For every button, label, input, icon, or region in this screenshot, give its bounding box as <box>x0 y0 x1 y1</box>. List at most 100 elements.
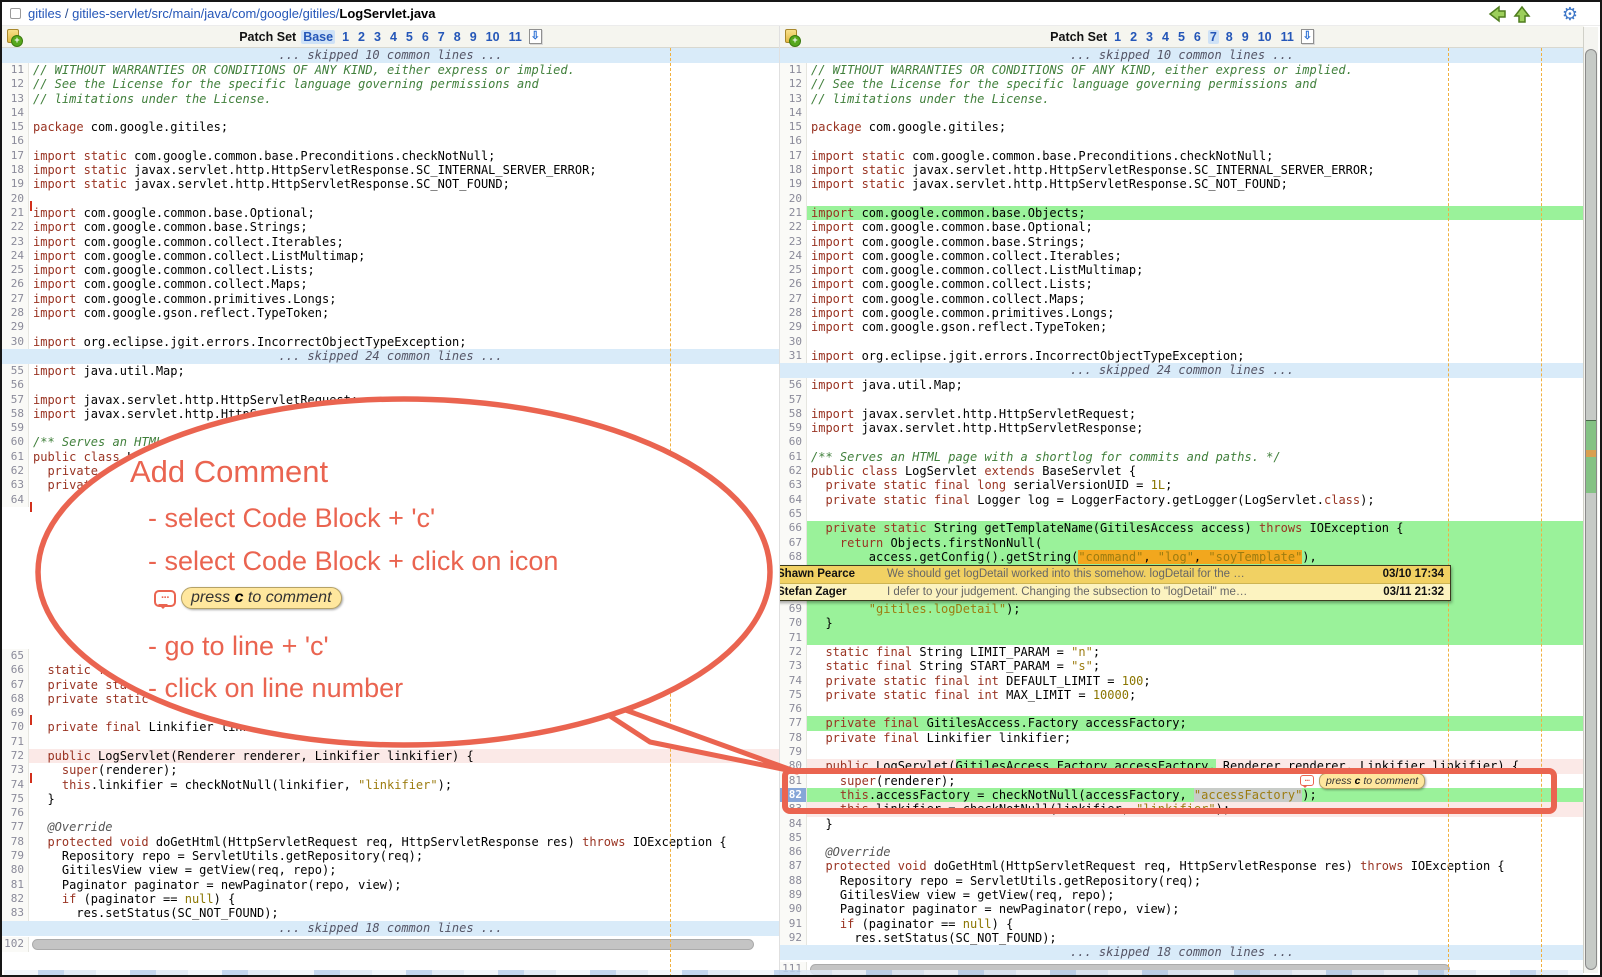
code-line-text[interactable] <box>29 706 779 720</box>
line-number[interactable]: 80 <box>780 759 807 773</box>
line-number[interactable]: 72 <box>780 645 807 659</box>
code-line-text[interactable]: // WITHOUT WARRANTIES OR CONDITIONS OF A… <box>29 63 779 77</box>
code-line-text[interactable]: import com.google.common.collect.Iterabl… <box>29 235 779 249</box>
code-line-text[interactable]: this.linkifier = checkNotNull(linkifier,… <box>807 802 1584 816</box>
line-number[interactable]: 66 <box>780 521 807 535</box>
patch-set-link-1[interactable]: 1 <box>340 30 351 44</box>
code-line-text[interactable]: import java.util.Map; <box>29 364 779 378</box>
code-line-text[interactable]: import com.google.common.base.Strings; <box>29 220 779 234</box>
patch-set-link-6[interactable]: 6 <box>420 30 431 44</box>
code-line-text[interactable] <box>29 421 779 435</box>
comment-row[interactable]: Shawn PearceWe should get logDetail work… <box>780 566 1450 584</box>
line-number[interactable]: 81 <box>2 878 29 892</box>
code-line-text[interactable] <box>29 134 779 148</box>
download-patch-icon[interactable]: ⇩ <box>529 29 542 44</box>
patch-set-link-8[interactable]: 8 <box>452 30 463 44</box>
code-line-text[interactable]: private final Linkifier linkifier; <box>807 731 1584 745</box>
code-line-text[interactable]: // See the License for the specific lang… <box>807 77 1584 91</box>
nav-up-to-change-icon[interactable] <box>1512 4 1532 24</box>
line-number[interactable]: 90 <box>780 902 807 916</box>
code-line-text[interactable]: protected void doGetHtml(HttpServletRequ… <box>807 859 1584 873</box>
code-line-text[interactable]: public LogServlet(GitilesAccess.Factory … <box>807 759 1584 773</box>
line-number[interactable]: 78 <box>780 731 807 745</box>
code-line-text[interactable]: GitilesView view = getView(req, repo); <box>807 888 1584 902</box>
line-number[interactable]: 69 <box>2 706 29 720</box>
line-number[interactable]: 87 <box>780 859 807 873</box>
patch-set-link-4[interactable]: 4 <box>388 30 399 44</box>
code-line-text[interactable]: package com.google.gitiles; <box>807 120 1584 134</box>
patch-set-link-9[interactable]: 9 <box>468 30 479 44</box>
code-line-text[interactable]: import com.google.common.collect.Lists; <box>807 277 1584 291</box>
line-number[interactable]: 89 <box>780 888 807 902</box>
scrollbar-thumb[interactable] <box>1585 49 1597 970</box>
line-number[interactable]: 22 <box>780 220 807 234</box>
code-line-text[interactable]: import com.google.common.base.Optional; <box>807 220 1584 234</box>
line-number[interactable]: 22 <box>2 220 29 234</box>
line-number[interactable]: 12 <box>780 77 807 91</box>
code-line-text[interactable]: Repository repo = ServletUtils.getReposi… <box>29 849 779 863</box>
line-number[interactable]: 69 <box>780 602 807 616</box>
inline-comment-thread[interactable]: Shawn PearceWe should get logDetail work… <box>780 565 1451 601</box>
code-line-text[interactable]: private static final Logger log = Logger… <box>29 478 779 492</box>
line-number[interactable]: 14 <box>2 106 29 120</box>
line-number[interactable]: 92 <box>780 931 807 945</box>
code-line-text[interactable] <box>807 702 1584 716</box>
code-line-text[interactable]: import com.google.common.collect.Maps; <box>29 277 779 291</box>
line-number[interactable]: 86 <box>780 845 807 859</box>
code-line-text[interactable]: private static final Logger log = Logger… <box>807 493 1584 507</box>
code-line-text[interactable]: package com.google.gitiles; <box>29 120 779 134</box>
code-line-text[interactable]: import javax.servlet.http.HttpServletReq… <box>807 407 1584 421</box>
code-line-text[interactable]: GitilesView view = getView(req, repo); <box>29 863 779 877</box>
line-number[interactable]: 21 <box>780 206 807 220</box>
patch-set-link-10[interactable]: 10 <box>1256 30 1274 44</box>
code-line-text[interactable] <box>807 831 1584 845</box>
line-number[interactable]: 65 <box>2 649 29 663</box>
line-number[interactable]: 29 <box>2 320 29 334</box>
code-line-text[interactable] <box>29 493 779 507</box>
code-line-text[interactable] <box>807 745 1584 759</box>
line-number[interactable]: 62 <box>780 464 807 478</box>
patch-set-link-10[interactable]: 10 <box>484 30 502 44</box>
code-line-text[interactable]: static final String LIMIT_PARAM = "n"; <box>807 645 1584 659</box>
line-number[interactable]: 75 <box>780 688 807 702</box>
line-number[interactable]: 88 <box>780 874 807 888</box>
line-number[interactable]: 26 <box>780 277 807 291</box>
code-line-text[interactable] <box>807 435 1584 449</box>
line-number[interactable]: 85 <box>780 831 807 845</box>
line-number[interactable]: 76 <box>2 806 29 820</box>
line-number[interactable]: 30 <box>780 335 807 349</box>
code-line-text[interactable]: // WITHOUT WARRANTIES OR CONDITIONS OF A… <box>807 63 1584 77</box>
line-number[interactable]: 79 <box>2 849 29 863</box>
line-number[interactable]: 91 <box>780 917 807 931</box>
code-line-text[interactable]: import com.google.common.primitives.Long… <box>29 292 779 306</box>
code-line-text[interactable]: @Override <box>807 845 1584 859</box>
patch-set-link-2[interactable]: 2 <box>356 30 367 44</box>
line-number[interactable]: 82 <box>2 892 29 906</box>
vertical-scrollbar[interactable] <box>1583 27 1598 973</box>
skipped-lines-banner[interactable]: ... skipped 10 common lines ... <box>780 48 1584 63</box>
code-line-text[interactable]: private final Linkifier linkifier; <box>29 720 779 734</box>
download-patch-icon[interactable]: ⇩ <box>1301 29 1314 44</box>
patch-set-link-5[interactable]: 5 <box>404 30 415 44</box>
code-line-text[interactable]: static final String START_PARAM = "s"; <box>807 659 1584 673</box>
code-line-text[interactable] <box>807 393 1584 407</box>
code-line-text[interactable]: import javax.servlet.http.HttpServletReq… <box>29 393 779 407</box>
code-line-text[interactable]: private static final int DEFAULT_LIMIT =… <box>807 674 1584 688</box>
patch-set-link-9[interactable]: 9 <box>1240 30 1251 44</box>
code-line-text[interactable]: private static final int MAX_LIMIT = 100… <box>807 688 1584 702</box>
patch-set-link-11[interactable]: 11 <box>507 30 524 44</box>
skipped-lines-banner[interactable]: ... skipped 10 common lines ... <box>2 48 779 63</box>
code-line-text[interactable]: /** Serves an HTML page with a shortlog … <box>807 450 1584 464</box>
code-line-text[interactable]: import java.util.Map; <box>807 378 1584 392</box>
code-line-text[interactable]: import javax.servlet.http.HttpServletRes… <box>807 421 1584 435</box>
code-line-text[interactable]: access.getConfig().getString("command", … <box>807 550 1584 564</box>
line-number[interactable]: 73 <box>2 763 29 777</box>
patch-set-link-3[interactable]: 3 <box>1144 30 1155 44</box>
patch-set-link-6[interactable]: 6 <box>1192 30 1203 44</box>
skipped-lines-banner[interactable]: ... skipped 24 common lines ... <box>780 363 1584 378</box>
code-line-text[interactable]: private static final long serialVersionU… <box>29 464 779 478</box>
line-number[interactable]: 63 <box>2 478 29 492</box>
line-number[interactable]: 25 <box>780 263 807 277</box>
line-number[interactable]: 11 <box>2 63 29 77</box>
line-number[interactable]: 61 <box>780 450 807 464</box>
